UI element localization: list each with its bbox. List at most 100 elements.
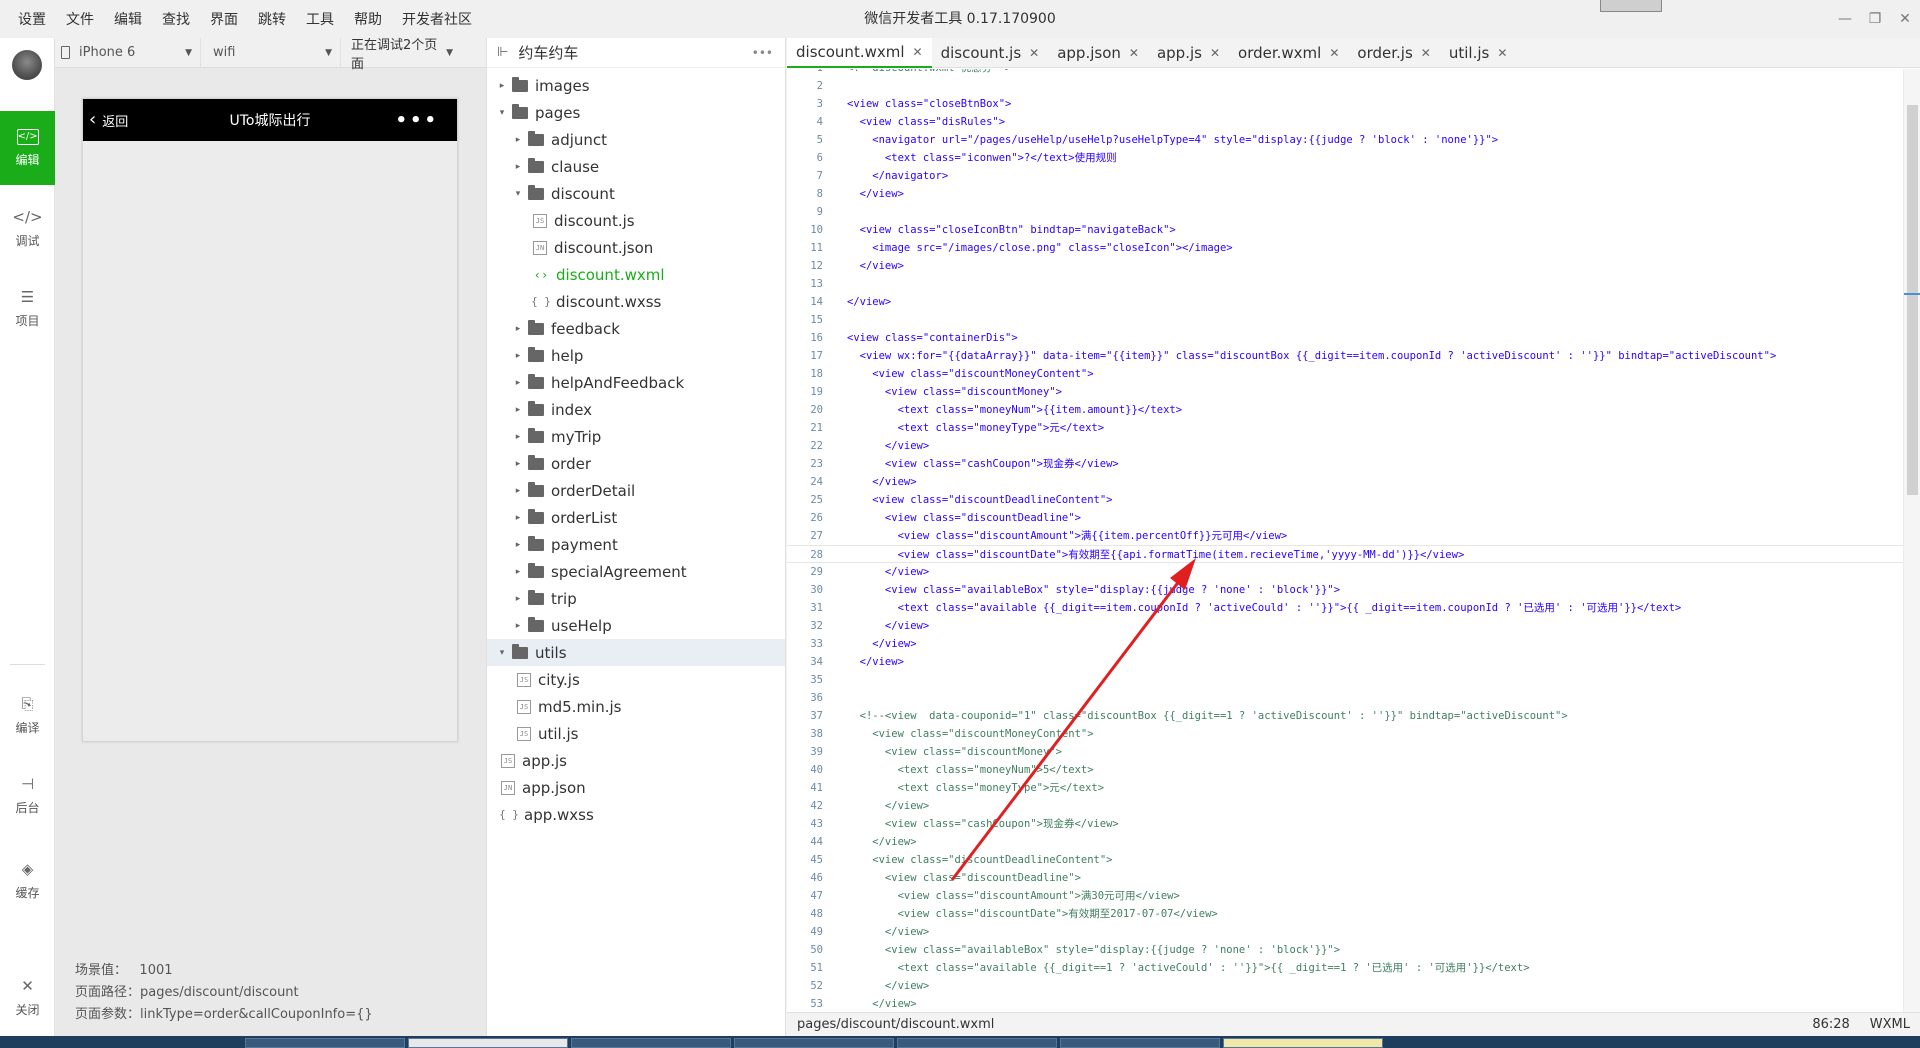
editor-tab[interactable]: order.js ✕ <box>1348 38 1439 68</box>
device-select[interactable]: iPhone 6 ▼ <box>71 37 201 68</box>
tree-folder[interactable]: ▸ orderList <box>487 504 785 531</box>
code-line[interactable]: 31 <text class="available {{_digit==item… <box>787 599 1903 617</box>
tree-folder[interactable]: ▾ discount <box>487 180 785 207</box>
close-tab-icon[interactable]: ✕ <box>1497 46 1507 60</box>
collapsed-arrow-icon[interactable]: ▸ <box>513 594 523 604</box>
tree-folder[interactable]: ▾ utils <box>487 639 785 666</box>
tree-folder[interactable]: ▸ useHelp <box>487 612 785 639</box>
menu-goto[interactable]: 跳转 <box>248 9 296 29</box>
collapsed-arrow-icon[interactable]: ▸ <box>513 459 523 469</box>
taskbar-app[interactable] <box>1223 1038 1383 1048</box>
collapsed-arrow-icon[interactable]: ▸ <box>513 135 523 145</box>
tree-folder[interactable]: ▸ adjunct <box>487 126 785 153</box>
debug-pages-select[interactable]: 正在调试2个页面 ▼ <box>341 38 461 72</box>
code-line[interactable]: 30 <view class="availableBox" style="dis… <box>787 581 1903 599</box>
tree-folder[interactable]: ▸ help <box>487 342 785 369</box>
tree-file[interactable]: JS app.js <box>487 747 785 774</box>
editor-tab[interactable]: app.json ✕ <box>1048 38 1148 68</box>
taskbar-app[interactable] <box>1060 1038 1220 1048</box>
tree-folder[interactable]: ▸ trip <box>487 585 785 612</box>
sidebar-item-close[interactable]: ✕ 关闭 <box>0 960 55 1034</box>
code-line[interactable]: 47 <view class="discountAmount">满30元可用</… <box>787 887 1903 905</box>
menu-help[interactable]: 帮助 <box>344 9 392 29</box>
code-line[interactable]: 33 </view> <box>787 635 1903 653</box>
collapsed-arrow-icon[interactable]: ▸ <box>513 162 523 172</box>
code-line[interactable]: 11 <image src="/images/close.png" class=… <box>787 239 1903 257</box>
tree-file[interactable]: JS discount.js <box>487 207 785 234</box>
close-tab-icon[interactable]: ✕ <box>1329 46 1339 60</box>
menu-view[interactable]: 界面 <box>200 9 248 29</box>
editor-tab[interactable]: util.js ✕ <box>1440 38 1517 68</box>
code-line[interactable]: 46 <view class="discountDeadline"> <box>787 869 1903 887</box>
code-line[interactable]: 52 </view> <box>787 977 1903 995</box>
code-line[interactable]: 34 </view> <box>787 653 1903 671</box>
tree-folder[interactable]: ▸ feedback <box>487 315 785 342</box>
tree-file[interactable]: { } app.wxss <box>487 801 785 828</box>
collapsed-arrow-icon[interactable]: ▸ <box>513 513 523 523</box>
collapsed-arrow-icon[interactable]: ▸ <box>513 432 523 442</box>
code-line[interactable]: 53 </view> <box>787 995 1903 1013</box>
code-line[interactable]: 48 <view class="discountDate">有效期至2017-0… <box>787 905 1903 923</box>
code-line[interactable]: 4 <view class="disRules"> <box>787 113 1903 131</box>
avatar[interactable] <box>12 50 42 80</box>
code-line[interactable]: 26 <view class="discountDeadline"> <box>787 509 1903 527</box>
tree-file[interactable]: JS util.js <box>487 720 785 747</box>
tree-file[interactable]: JS md5.min.js <box>487 693 785 720</box>
code-line[interactable]: 23 <view class="cashCoupon">现金券</view> <box>787 455 1903 473</box>
menu-tools[interactable]: 工具 <box>296 9 344 29</box>
sidebar-item-project[interactable]: ☰ 项目 <box>0 271 55 345</box>
code-line[interactable]: 22 </view> <box>787 437 1903 455</box>
code-line[interactable]: 15 <box>787 311 1903 329</box>
close-window-icon[interactable]: ✕ <box>1890 0 1920 38</box>
sidebar-item-debug[interactable]: </> 调试 <box>0 191 55 265</box>
menu-settings[interactable]: 设置 <box>8 9 56 29</box>
menu-file[interactable]: 文件 <box>56 9 104 29</box>
code-area[interactable]: 1<!--discount.wxml 优惠券-->23<view class="… <box>787 69 1903 1038</box>
code-line[interactable]: 43 <view class="cashCoupon">现金券</view> <box>787 815 1903 833</box>
tree-folder[interactable]: ▸ helpAndFeedback <box>487 369 785 396</box>
code-line[interactable]: 12 </view> <box>787 257 1903 275</box>
tree-file[interactable]: JS city.js <box>487 666 785 693</box>
code-line[interactable]: 39 <view class="discountMoney"> <box>787 743 1903 761</box>
code-line[interactable]: 13 <box>787 275 1903 293</box>
editor-tab[interactable]: discount.wxml ✕ <box>787 38 932 68</box>
code-line[interactable]: 38 <view class="discountMoneyContent"> <box>787 725 1903 743</box>
collapsed-arrow-icon[interactable]: ▸ <box>513 540 523 550</box>
menu-find[interactable]: 查找 <box>152 9 200 29</box>
sidebar-item-backend[interactable]: ⊣ 后台 <box>0 758 55 832</box>
editor-scrollbar[interactable] <box>1903 69 1920 1038</box>
code-line[interactable]: 16 <view class="containerDis"> <box>787 329 1903 347</box>
code-line[interactable]: 17 <view wx:for="{{dataArray}}" data-ite… <box>787 347 1903 365</box>
menu-community[interactable]: 开发者社区 <box>392 9 482 29</box>
code-line[interactable]: 10 <view class="closeIconBtn" bindtap="n… <box>787 221 1903 239</box>
code-line[interactable]: 37 <!--<view data-couponid="1" class="di… <box>787 707 1903 725</box>
close-tab-icon[interactable]: ✕ <box>1210 46 1220 60</box>
more-icon[interactable]: ••• <box>752 46 773 60</box>
code-line[interactable]: 6 <text class="iconwen">?</text>使用规则 <box>787 149 1903 167</box>
collapsed-arrow-icon[interactable]: ▸ <box>513 621 523 631</box>
taskbar-app[interactable] <box>734 1038 894 1048</box>
code-line[interactable]: 3 <view class="closeBtnBox"> <box>787 95 1903 113</box>
scrollbar-thumb[interactable] <box>1907 105 1918 495</box>
status-cursor-position[interactable]: 86:28 <box>1812 1017 1849 1032</box>
collapsed-arrow-icon[interactable]: ▸ <box>513 405 523 415</box>
tree-folder[interactable]: ▾ pages <box>487 99 785 126</box>
tree-folder[interactable]: ▸ myTrip <box>487 423 785 450</box>
code-line[interactable]: 51 <text class="available {{_digit==1 ? … <box>787 959 1903 977</box>
expanded-arrow-icon[interactable]: ▾ <box>513 189 523 199</box>
code-line[interactable]: 20 <text class="moneyNum">{{item.amount}… <box>787 401 1903 419</box>
editor-tab[interactable]: app.js ✕ <box>1148 38 1229 68</box>
code-line[interactable]: 7 </navigator> <box>787 167 1903 185</box>
network-select[interactable]: wifi ▼ <box>201 37 341 68</box>
code-line[interactable]: 35 <box>787 671 1903 689</box>
expanded-arrow-icon[interactable]: ▾ <box>497 108 507 118</box>
sidebar-item-edit[interactable]: </> 编辑 <box>0 111 55 185</box>
code-line[interactable]: 41 <text class="moneyType">元</text> <box>787 779 1903 797</box>
code-line[interactable]: 36 <box>787 689 1903 707</box>
sidebar-item-cache[interactable]: ◈ 缓存 <box>0 843 55 917</box>
tree-folder[interactable]: ▸ payment <box>487 531 785 558</box>
tree-file[interactable]: JN discount.json <box>487 234 785 261</box>
collapsed-arrow-icon[interactable]: ▸ <box>513 351 523 361</box>
collapsed-arrow-icon[interactable]: ▸ <box>497 81 507 91</box>
collapsed-arrow-icon[interactable]: ▸ <box>513 567 523 577</box>
